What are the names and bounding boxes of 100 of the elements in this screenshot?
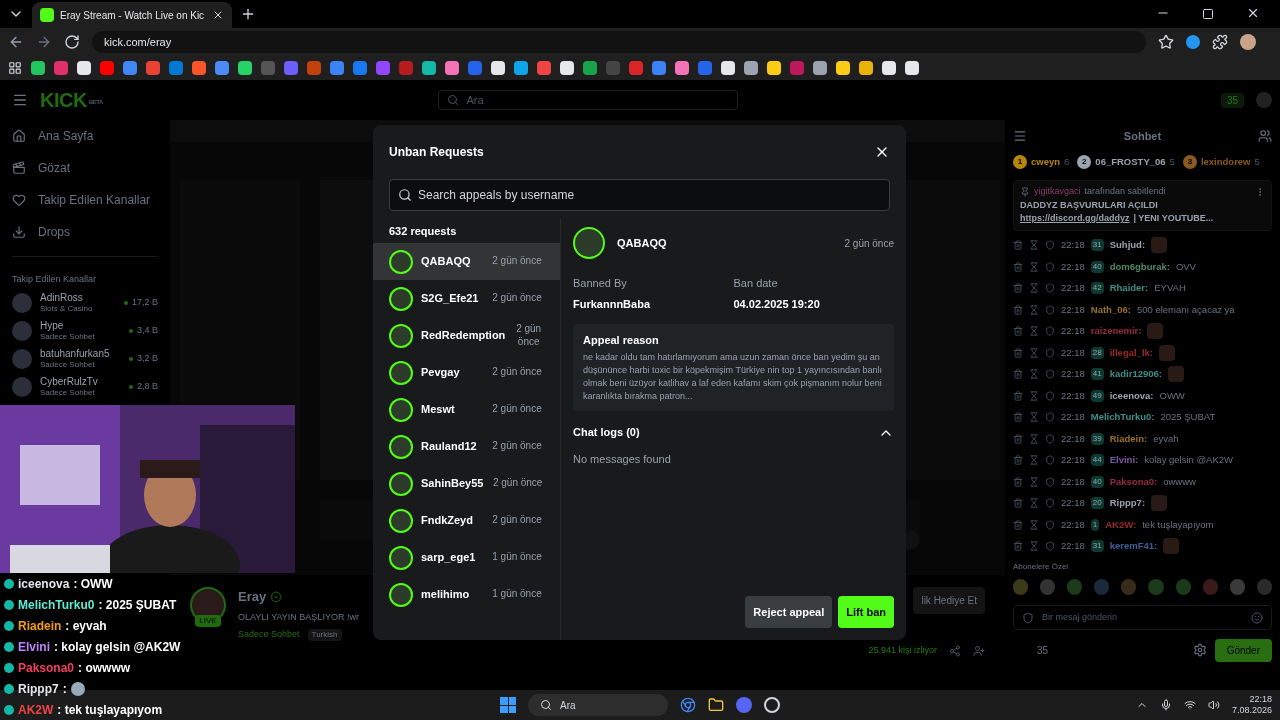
gift-button[interactable]: lik Hediye Et [913, 587, 985, 614]
emote-icon[interactable] [1094, 579, 1110, 595]
folder-icon[interactable] [708, 697, 724, 713]
hourglass-icon[interactable] [1029, 476, 1039, 487]
bookmark-icon[interactable] [744, 61, 758, 75]
search-field[interactable]: Ara [528, 694, 668, 716]
hourglass-icon[interactable] [1029, 369, 1039, 380]
network-icon[interactable] [1183, 699, 1196, 711]
trash-icon[interactable] [1013, 261, 1023, 272]
emote-icon[interactable] [1148, 579, 1164, 595]
emote-icon[interactable] [1256, 579, 1272, 595]
hourglass-icon[interactable] [1029, 304, 1039, 315]
maximize-icon[interactable] [1202, 8, 1214, 20]
trash-icon[interactable] [1013, 240, 1023, 251]
shield-icon[interactable] [1045, 455, 1055, 466]
hourglass-icon[interactable] [1029, 541, 1039, 552]
channel-item[interactable]: Hype Sadece Sohbet 3,4 B [12, 317, 158, 345]
bookmark-icon[interactable] [652, 61, 666, 75]
emote-icon[interactable] [1067, 579, 1083, 595]
emote-icon[interactable] [1175, 579, 1191, 595]
shield-icon[interactable] [1045, 240, 1055, 251]
trash-icon[interactable] [1013, 283, 1023, 294]
address-bar[interactable]: kick.com/eray [92, 31, 1146, 53]
apps-icon[interactable] [8, 61, 22, 75]
emoji-icon[interactable] [1251, 611, 1263, 624]
bookmark-icon[interactable] [422, 61, 436, 75]
trash-icon[interactable] [1013, 369, 1023, 380]
hourglass-icon[interactable] [1029, 519, 1039, 530]
hourglass-icon[interactable] [1029, 283, 1039, 294]
bookmark-icon[interactable] [836, 61, 850, 75]
tag[interactable]: Turkish [307, 628, 342, 641]
bookmark-icon[interactable] [905, 61, 919, 75]
bookmark-icon[interactable] [445, 61, 459, 75]
bookmark-icon[interactable] [491, 61, 505, 75]
discord-link[interactable]: https://discord.gg/daddyz [1020, 212, 1130, 226]
browser-tab[interactable]: Eray Stream - Watch Live on Kic [32, 2, 232, 28]
shield-icon[interactable] [1045, 369, 1055, 380]
reload-icon[interactable] [64, 34, 80, 50]
trash-icon[interactable] [1013, 304, 1023, 315]
shield-icon[interactable] [1045, 476, 1055, 487]
shield-icon[interactable] [1045, 261, 1055, 272]
close-window-icon[interactable] [1246, 6, 1260, 20]
menu-icon[interactable] [12, 92, 28, 108]
trash-icon[interactable] [1013, 541, 1023, 552]
reject-button[interactable]: Reject appeal [745, 596, 833, 628]
bookmark-icon[interactable] [813, 61, 827, 75]
app-icon[interactable] [764, 697, 780, 713]
bookmark-icon[interactable] [100, 61, 114, 75]
bookmark-icon[interactable] [859, 61, 873, 75]
trash-icon[interactable] [1013, 326, 1023, 337]
bookmark-icon[interactable] [169, 61, 183, 75]
bookmark-icon[interactable] [583, 61, 597, 75]
shield-icon[interactable] [1045, 433, 1055, 444]
bookmark-icon[interactable] [629, 61, 643, 75]
emote-icon[interactable] [1013, 579, 1029, 595]
bookmark-icon[interactable] [146, 61, 160, 75]
trash-icon[interactable] [1013, 455, 1023, 466]
shield-icon[interactable] [1045, 412, 1055, 423]
nav-item[interactable]: Takip Edilen Kanallar [12, 184, 158, 216]
bookmark-icon[interactable] [353, 61, 367, 75]
bookmark-icon[interactable] [698, 61, 712, 75]
volume-icon[interactable] [1207, 699, 1220, 711]
bookmark-icon[interactable] [330, 61, 344, 75]
bookmark-icon[interactable] [767, 61, 781, 75]
hourglass-icon[interactable] [1029, 240, 1039, 251]
hourglass-icon[interactable] [1029, 347, 1039, 358]
hourglass-icon[interactable] [1029, 326, 1039, 337]
bookmark-icon[interactable] [882, 61, 896, 75]
share-icon[interactable] [949, 644, 961, 657]
bookmark-icon[interactable] [307, 61, 321, 75]
emote-icon[interactable] [1121, 579, 1137, 595]
shield-icon[interactable] [1045, 304, 1055, 315]
hourglass-icon[interactable] [1029, 433, 1039, 444]
hourglass-icon[interactable] [1029, 498, 1039, 509]
shield-icon[interactable] [1045, 347, 1055, 358]
users-icon[interactable] [1258, 129, 1272, 143]
shield-icon[interactable] [1045, 519, 1055, 530]
nav-item[interactable]: Gözat [12, 152, 158, 184]
bookmark-icon[interactable] [77, 61, 91, 75]
bookmark-icon[interactable] [54, 61, 68, 75]
emote-icon[interactable] [1229, 579, 1245, 595]
new-tab-icon[interactable] [240, 6, 256, 22]
lift-ban-button[interactable]: Lift ban [838, 596, 894, 628]
extension-icon[interactable] [1186, 35, 1200, 49]
bookmark-icon[interactable] [123, 61, 137, 75]
bookmark-star-icon[interactable] [1158, 34, 1174, 50]
bookmark-icon[interactable] [31, 61, 45, 75]
chat-app-icon[interactable] [736, 697, 752, 713]
trash-icon[interactable] [1013, 519, 1023, 530]
hourglass-icon[interactable] [1029, 455, 1039, 466]
shield-icon[interactable] [1045, 498, 1055, 509]
follow-icon[interactable] [973, 644, 985, 657]
channel-item[interactable]: batuhanfurkan5 Sadece Sohbet 3,2 B [12, 345, 158, 373]
trash-icon[interactable] [1013, 498, 1023, 509]
trash-icon[interactable] [1013, 347, 1023, 358]
close-icon[interactable] [212, 9, 224, 21]
bookmark-icon[interactable] [215, 61, 229, 75]
nav-item[interactable]: Drops [12, 216, 158, 248]
bookmark-icon[interactable] [284, 61, 298, 75]
bookmark-icon[interactable] [560, 61, 574, 75]
